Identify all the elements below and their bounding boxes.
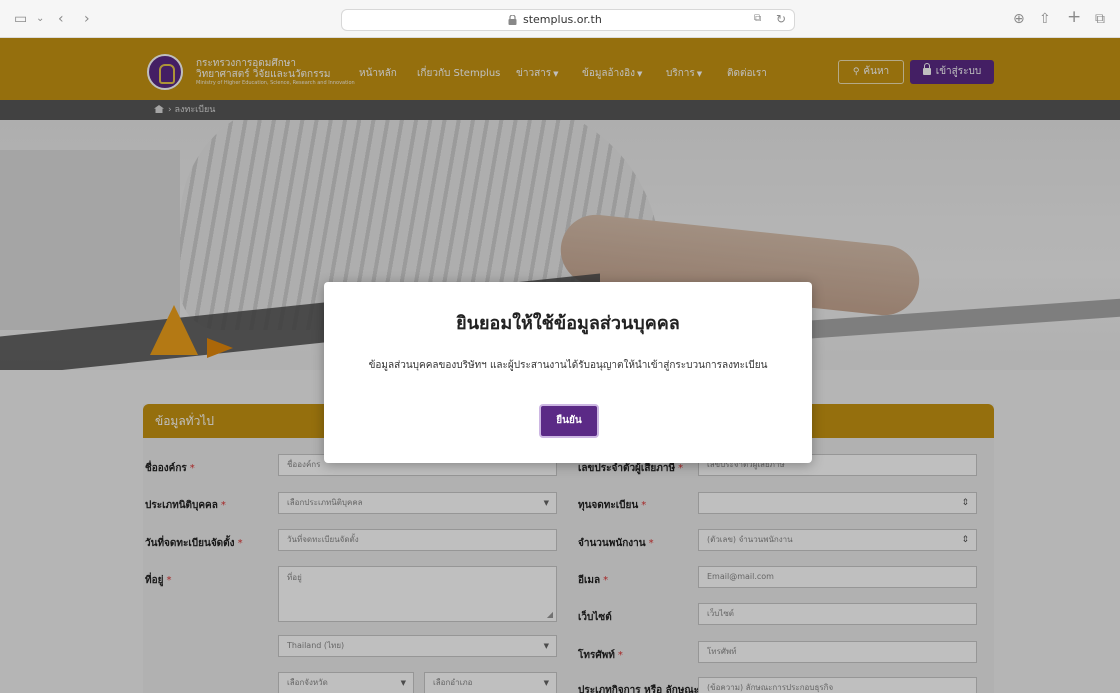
back-icon[interactable]: ‹ — [58, 10, 64, 28]
url-text: stemplus.or.th — [523, 13, 602, 26]
consent-modal: ยินยอมให้ใช้ข้อมูลส่วนบุคคล ข้อมูลส่วนบุ… — [324, 282, 812, 463]
download-icon[interactable]: ⊕ — [1013, 10, 1025, 28]
sidebar-toggle-icon[interactable]: ▭ — [14, 10, 27, 28]
modal-title: ยินยอมให้ใช้ข้อมูลส่วนบุคคล — [456, 313, 680, 334]
translate-icon[interactable]: ⧉ — [754, 13, 761, 24]
lock-icon — [508, 15, 517, 25]
modal-message: ข้อมูลส่วนบุคคลของบริษัทฯ และผู้ประสานงา… — [368, 360, 768, 371]
confirm-button[interactable]: ยืนยัน — [539, 404, 599, 438]
chevron-down-icon[interactable]: ⌄ — [36, 10, 44, 28]
tabs-overview-icon[interactable]: ⧉ — [1095, 10, 1105, 28]
browser-toolbar: ▭ ⌄ ‹ › stemplus.or.th ⧉ ↻ ⊕ ⇧ + ⧉ — [0, 0, 1120, 38]
forward-icon[interactable]: › — [84, 10, 90, 28]
address-bar[interactable]: stemplus.or.th ⧉ ↻ — [341, 9, 795, 31]
new-tab-icon[interactable]: + — [1067, 8, 1081, 26]
reload-icon[interactable]: ↻ — [776, 12, 786, 26]
share-icon[interactable]: ⇧ — [1039, 10, 1051, 28]
